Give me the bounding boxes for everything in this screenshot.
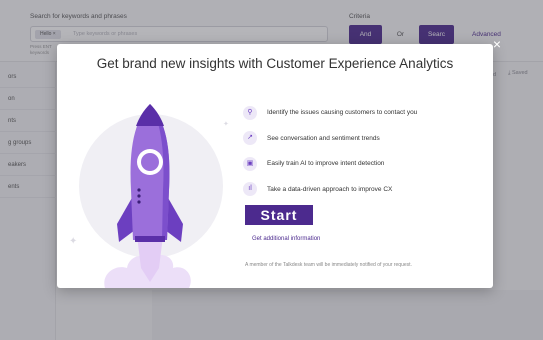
feature-item: ↗ See conversation and sentiment trends <box>243 126 483 152</box>
close-icon[interactable]: × <box>489 36 505 52</box>
feature-item: ▣ Easily train AI to improve intent dete… <box>243 151 483 177</box>
feature-list: ⚲ Identify the issues causing customers … <box>243 100 483 202</box>
feature-text: See conversation and sentiment trends <box>267 134 380 142</box>
search-icon: ⚲ <box>243 105 257 120</box>
additional-info-link[interactable]: Get additional information <box>252 236 320 242</box>
rocket-nose <box>136 104 164 126</box>
bar-chart-icon: ıl <box>243 182 257 197</box>
trend-icon: ↗ <box>243 131 257 146</box>
feature-text: Easily train AI to improve intent detect… <box>267 160 385 168</box>
feature-text: Take a data-driven approach to improve C… <box>267 185 393 193</box>
ai-chip-icon: ▣ <box>243 156 257 171</box>
rocket-window-inner <box>141 153 159 171</box>
rocket-illustration <box>104 104 191 288</box>
sparkle-icon: ✦ <box>223 121 229 128</box>
feature-text: Identify the issues causing customers to… <box>267 109 418 117</box>
notice-text: A member of the Talkdesk team will be im… <box>245 262 412 268</box>
feature-item: ⚲ Identify the issues causing customers … <box>243 100 483 126</box>
rocket-dot <box>137 194 141 198</box>
rocket-dot <box>137 188 141 192</box>
feature-item: ıl Take a data-driven approach to improv… <box>243 177 483 203</box>
rocket-dot <box>137 200 141 204</box>
start-button[interactable]: Start <box>245 205 313 225</box>
modal-title: Get brand new insights with Customer Exp… <box>96 56 454 71</box>
rocket-base <box>135 236 165 242</box>
insights-modal: Get brand new insights with Customer Exp… <box>57 36 501 288</box>
